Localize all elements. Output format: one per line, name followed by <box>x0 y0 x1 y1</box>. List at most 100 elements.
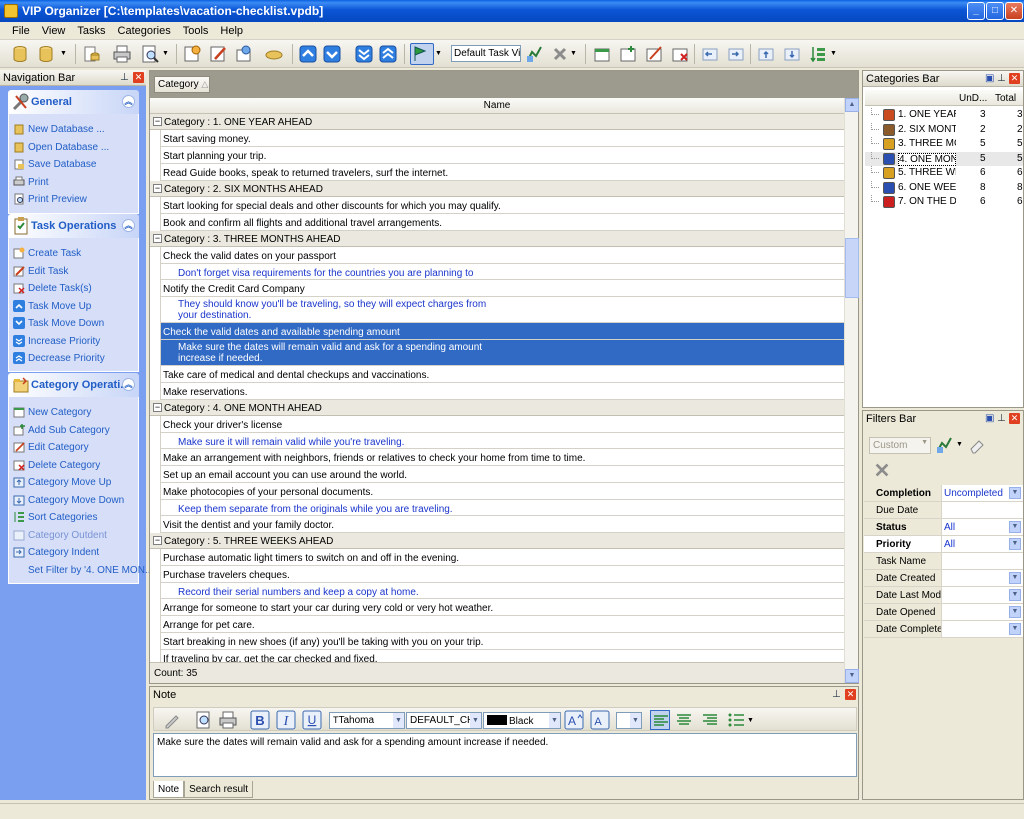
nav-item-increase-priority[interactable]: Increase Priority <box>9 333 138 351</box>
filter-dropdown-icon[interactable]: ▼ <box>1009 623 1021 635</box>
maximize-button[interactable]: □ <box>986 2 1004 20</box>
panel-menu-icon[interactable]: ▣ <box>985 73 995 84</box>
minimize-button[interactable]: _ <box>967 2 985 20</box>
nav-item-task-move-up[interactable]: Task Move Up <box>9 298 138 316</box>
edit-task-icon[interactable] <box>208 44 228 64</box>
category-item[interactable]: 5. THREE WEE 6 6 <box>865 166 1023 181</box>
delete-dropdown-icon[interactable]: ▼ <box>570 50 580 70</box>
close-panel-icon[interactable]: ✕ <box>133 72 144 83</box>
pin-icon[interactable]: ⊥ <box>997 413 1007 424</box>
task-row[interactable]: Make photocopies of your personal docume… <box>160 483 844 500</box>
close-panel-icon[interactable]: ✕ <box>1009 73 1020 84</box>
task-row[interactable]: Check the valid dates on your passport <box>160 247 844 264</box>
increase-priority-icon[interactable] <box>354 44 374 64</box>
nav-item-print-preview[interactable]: Print Preview <box>9 191 138 209</box>
category-item[interactable]: 4. ONE MONTH 5 5 <box>865 151 1023 166</box>
preview-dropdown-icon[interactable]: ▼ <box>162 50 172 70</box>
scroll-up-icon[interactable]: ▲ <box>845 98 859 112</box>
task-tools-icon[interactable] <box>234 44 254 64</box>
nav-group-header[interactable]: Task Operations ︽ <box>8 214 139 238</box>
nav-item-decrease-priority[interactable]: Decrease Priority <box>9 350 138 368</box>
italic-icon[interactable]: I <box>276 710 296 730</box>
collapse-group-icon[interactable]: − <box>153 184 162 193</box>
task-move-down-icon[interactable] <box>322 44 342 64</box>
task-row[interactable]: Set up an email account you can use arou… <box>160 466 844 483</box>
category-move-up-icon[interactable] <box>756 44 776 64</box>
task-row[interactable]: Start breaking in new shoes (if any) you… <box>160 633 844 650</box>
font-size-select[interactable]: ▼ <box>616 712 642 729</box>
color-select[interactable]: Black ▼ <box>483 712 561 729</box>
filter-row[interactable]: Task Name <box>864 553 1023 570</box>
apply-filter-icon[interactable] <box>935 435 955 455</box>
bold-icon[interactable]: B <box>250 710 270 730</box>
charset-select[interactable]: DEFAULT_CHAR ▼ <box>406 712 482 729</box>
eraser-icon[interactable] <box>967 435 987 455</box>
nav-item-edit-task[interactable]: Edit Task <box>9 263 138 281</box>
task-row[interactable]: Notify the Credit Card Company <box>160 280 844 297</box>
nav-item-new-category[interactable]: New Category <box>9 404 138 422</box>
menu-view[interactable]: View <box>36 22 72 37</box>
delete-view-icon[interactable] <box>550 44 570 64</box>
nav-item-create-task[interactable]: Create Task <box>9 245 138 263</box>
close-button[interactable]: ✕ <box>1005 2 1023 20</box>
note-preview-icon[interactable] <box>194 710 214 730</box>
nav-group-header[interactable]: General ︽ <box>8 90 139 114</box>
scroll-thumb[interactable] <box>845 238 859 298</box>
category-group-row[interactable]: − Category : 3. THREE MONTHS AHEAD <box>150 231 844 247</box>
task-row[interactable]: Check the valid dates and available spen… <box>160 323 844 340</box>
save-database-icon[interactable] <box>82 44 102 64</box>
category-item[interactable]: 1. ONE YEAR A 3 3 <box>865 108 1023 123</box>
task-row[interactable]: Take care of medical and dental checkups… <box>160 366 844 383</box>
filter-row[interactable]: Date Completed ▼ <box>864 621 1023 638</box>
nav-item-open-database[interactable]: Open Database ... <box>9 139 138 157</box>
note-text-area[interactable]: Make sure the dates will remain valid an… <box>153 733 857 777</box>
task-row[interactable]: Arrange for pet care. <box>160 616 844 633</box>
nav-group-header[interactable]: Category Operati... ︽ <box>8 373 139 397</box>
column-undone[interactable]: UnD... <box>959 93 987 104</box>
scroll-down-icon[interactable]: ▼ <box>845 669 859 683</box>
nav-item-delete-tasks[interactable]: Delete Task(s) <box>9 280 138 298</box>
nav-item-set-filter[interactable]: Set Filter by '4. ONE MON... <box>9 562 153 580</box>
task-note-row[interactable]: Keep them separate from the originals wh… <box>160 500 844 516</box>
underline-icon[interactable]: U <box>302 710 322 730</box>
note-edit-icon[interactable] <box>162 710 182 730</box>
pin-icon[interactable]: ⊥ <box>997 73 1007 84</box>
task-row[interactable]: Start saving money. <box>160 130 844 147</box>
task-row[interactable]: Start planning your trip. <box>160 147 844 164</box>
grid-scrollbar[interactable]: ▲ ▼ <box>844 98 859 683</box>
task-note-row[interactable]: Make sure the dates will remain valid an… <box>160 340 844 366</box>
open-dropdown-icon[interactable]: ▼ <box>60 50 70 70</box>
font-shrink-icon[interactable]: A <box>590 710 610 730</box>
nav-item-category-outdent[interactable]: Category Outdent <box>9 527 138 545</box>
filter-value[interactable]: Uncompleted <box>944 488 1003 499</box>
apply-view-icon[interactable] <box>524 44 544 64</box>
tab-search-result[interactable]: Search result <box>184 781 254 798</box>
category-group-row[interactable]: − Category : 2. SIX MONTHS AHEAD <box>150 181 844 197</box>
filter-value[interactable]: All <box>944 522 955 533</box>
task-move-up-icon[interactable] <box>298 44 318 64</box>
category-move-down-icon[interactable] <box>782 44 802 64</box>
filter-value[interactable]: All <box>944 539 955 550</box>
pin-icon[interactable]: ⊥ <box>832 689 842 700</box>
print-preview-icon[interactable] <box>140 44 160 64</box>
nav-item-edit-category[interactable]: Edit Category <box>9 439 138 457</box>
nav-item-sort-categories[interactable]: Sort Categories <box>9 509 138 527</box>
decrease-priority-icon[interactable] <box>378 44 398 64</box>
filter-row[interactable]: Date Created ▼ <box>864 570 1023 587</box>
nav-item-category-indent[interactable]: Category Indent <box>9 544 138 562</box>
filter-dropdown-icon[interactable]: ▼ <box>1009 606 1021 618</box>
flag-filter-icon[interactable] <box>410 43 434 65</box>
add-sub-category-icon[interactable] <box>618 44 638 64</box>
collapse-group-icon[interactable]: − <box>153 117 162 126</box>
open-database-icon[interactable] <box>36 44 56 64</box>
task-row[interactable]: Book and confirm all flights and additio… <box>160 214 844 231</box>
category-group-row[interactable]: − Category : 1. ONE YEAR AHEAD <box>150 114 844 130</box>
create-task-icon[interactable] <box>182 44 202 64</box>
task-row[interactable]: Start looking for special deals and othe… <box>160 197 844 214</box>
handshake-icon[interactable] <box>264 44 284 64</box>
flag-dropdown-icon[interactable]: ▼ <box>435 50 445 70</box>
edit-category-icon[interactable] <box>644 44 664 64</box>
task-row[interactable]: Purchase automatic light timers to switc… <box>160 549 844 566</box>
collapse-group-icon[interactable]: − <box>153 234 162 243</box>
task-note-row[interactable]: Make sure it will remain valid while you… <box>160 433 844 449</box>
